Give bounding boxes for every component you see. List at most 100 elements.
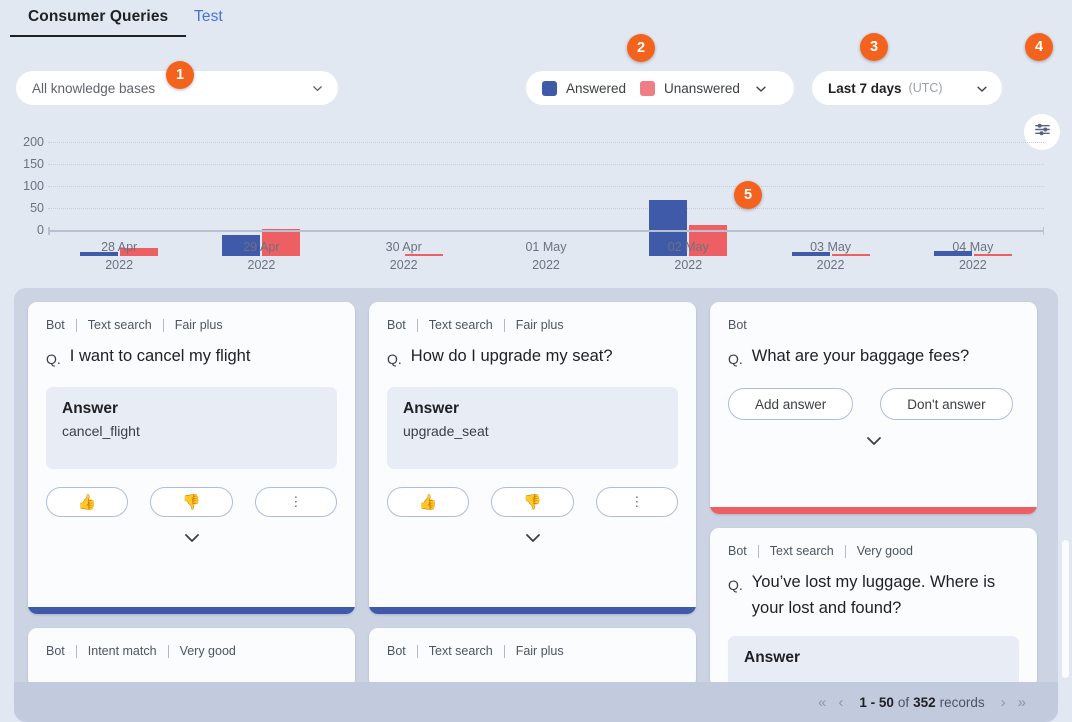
chart-y-tick-label: 100 (23, 179, 44, 193)
date-range-timezone: (UTC) (908, 81, 943, 95)
card-meta: Bot (728, 318, 1019, 332)
chart-x-tick-label: 28 Apr 2022 (101, 240, 138, 272)
meta-divider (503, 318, 505, 332)
card-quality: Very good (179, 644, 236, 658)
query-card[interactable]: Bot Intent match Very good (28, 628, 355, 682)
tab-test[interactable]: Test (194, 8, 223, 37)
question-text: You’ve lost my luggage. Where is your lo… (751, 573, 996, 617)
card-question: Q. How do I upgrade my seat? (387, 343, 678, 372)
card-meta: Bot Text search Fair plus (387, 644, 678, 658)
chart-y-tick-label: 50 (30, 201, 44, 215)
chevron-down-icon (523, 528, 543, 553)
cards-column-2: Bot Text search Fair plus Q. How do I up… (369, 302, 696, 682)
tab-bar: Consumer Queries Test (0, 0, 1072, 42)
tab-consumer-queries[interactable]: Consumer Queries (9, 8, 187, 37)
date-range-value: Last 7 days (828, 80, 902, 96)
dont-answer-label: Don't answer (907, 396, 986, 412)
chevron-down-icon (311, 82, 324, 95)
card-quality: Fair plus (174, 318, 223, 332)
chart-x-tick-label: 01 May 2022 (525, 240, 567, 272)
card-answer-box: Answer upgrade_seat (387, 387, 678, 469)
chart-y-tick-label: 200 (23, 135, 44, 149)
more-options-button[interactable]: ⋮ (254, 487, 337, 517)
legend-item-unanswered: Unanswered (640, 80, 740, 96)
query-card-unanswered[interactable]: Bot Q. What are your baggage fees? Add a… (710, 302, 1037, 514)
query-card[interactable]: Bot Text search Fair plus Q. I want to c… (28, 302, 355, 614)
thumbs-down-button[interactable]: 👎 (491, 487, 574, 517)
card-source: Bot (46, 644, 65, 658)
tab-consumer-queries-label: Consumer Queries (28, 8, 169, 25)
expand-card-button[interactable] (387, 523, 678, 557)
last-page-button[interactable]: » (1012, 694, 1032, 711)
more-options-button[interactable]: ⋮ (595, 487, 678, 517)
meta-divider (75, 318, 77, 332)
meta-divider (844, 544, 846, 558)
callout-badge-3: 3 (860, 33, 888, 61)
chart-x-tick-label: 03 May 2022 (810, 240, 852, 272)
card-quality: Fair plus (515, 318, 564, 332)
add-answer-button[interactable]: Add answer (728, 388, 854, 420)
query-card[interactable]: Bot Text search Fair plus (369, 628, 696, 682)
card-source: Bot (728, 318, 747, 332)
card-source: Bot (387, 644, 406, 658)
card-method: Text search (87, 318, 152, 332)
chart-y-tick-label: 0 (37, 223, 44, 237)
card-question: Q. I want to cancel my flight (46, 343, 337, 372)
card-method: Text search (428, 644, 493, 658)
vertical-scrollbar-thumb[interactable] (1062, 540, 1069, 678)
thumbs-down-icon: 👎 (182, 494, 201, 511)
meta-divider (757, 544, 759, 558)
question-prefix: Q. (387, 351, 402, 367)
question-prefix: Q. (46, 351, 61, 367)
date-range-select[interactable]: Last 7 days (UTC) (812, 71, 1002, 105)
question-text: How do I upgrade my seat? (410, 347, 613, 365)
next-page-button[interactable]: › (995, 694, 1012, 711)
expand-card-button[interactable] (728, 426, 1019, 460)
callout-badge-5: 5 (734, 181, 762, 209)
first-page-button[interactable]: « (812, 694, 832, 711)
card-method: Intent match (87, 644, 157, 658)
chevron-down-icon (975, 82, 988, 95)
answered-color-swatch (542, 80, 557, 96)
chevron-down-icon (754, 82, 767, 95)
card-question: Q. You’ve lost my luggage. Where is your… (728, 569, 1019, 621)
card-accent-bar (710, 507, 1037, 514)
answer-title: Answer (744, 649, 800, 666)
meta-divider (75, 644, 77, 658)
tab-test-label: Test (194, 8, 223, 25)
chevron-down-icon (864, 431, 884, 456)
question-text: I want to cancel my flight (69, 347, 251, 365)
chart-x-tick-label: 02 May 2022 (667, 240, 709, 272)
unanswered-color-swatch (640, 80, 656, 96)
card-method: Text search (428, 318, 493, 332)
answer-title: Answer (62, 400, 118, 417)
query-card[interactable]: Bot Text search Fair plus Q. How do I up… (369, 302, 696, 614)
dont-answer-button[interactable]: Don't answer (880, 388, 1013, 420)
thumbs-up-button[interactable]: 👍 (387, 487, 470, 517)
thumbs-down-icon: 👎 (523, 494, 542, 511)
answer-status-legend-select[interactable]: Answered Unanswered (526, 71, 794, 105)
records-word: records (939, 694, 985, 710)
card-accent-bar (28, 607, 355, 614)
record-of-word: of (897, 694, 910, 710)
thumbs-down-button[interactable]: 👎 (150, 487, 233, 517)
thumbs-up-button[interactable]: 👍 (46, 487, 129, 517)
callout-badge-2: 2 (627, 34, 655, 62)
card-actions: 👍 👎 ⋮ (387, 487, 678, 517)
legend-answered-label: Answered (566, 80, 627, 96)
query-cards-grid: Bot Text search Fair plus Q. I want to c… (14, 288, 1058, 682)
chart-plot-area (48, 126, 1044, 256)
card-source: Bot (387, 318, 406, 332)
card-meta: Bot Text search Fair plus (387, 318, 678, 332)
query-card[interactable]: Bot Text search Very good Q. You’ve lost… (710, 528, 1037, 682)
chart-x-axis (48, 227, 1044, 234)
expand-card-button[interactable] (46, 523, 337, 557)
card-actions: 👍 👎 ⋮ (46, 487, 337, 517)
card-question: Q. What are your baggage fees? (728, 343, 1019, 372)
card-answer-box: Answer cancel_flight (46, 387, 337, 469)
card-answer-box: Answer (728, 636, 1019, 682)
chart-x-tick-label: 30 Apr 2022 (385, 240, 422, 272)
prev-page-button[interactable]: ‹ (832, 694, 849, 711)
card-meta: Bot Text search Fair plus (46, 318, 337, 332)
question-prefix: Q. (728, 577, 743, 593)
